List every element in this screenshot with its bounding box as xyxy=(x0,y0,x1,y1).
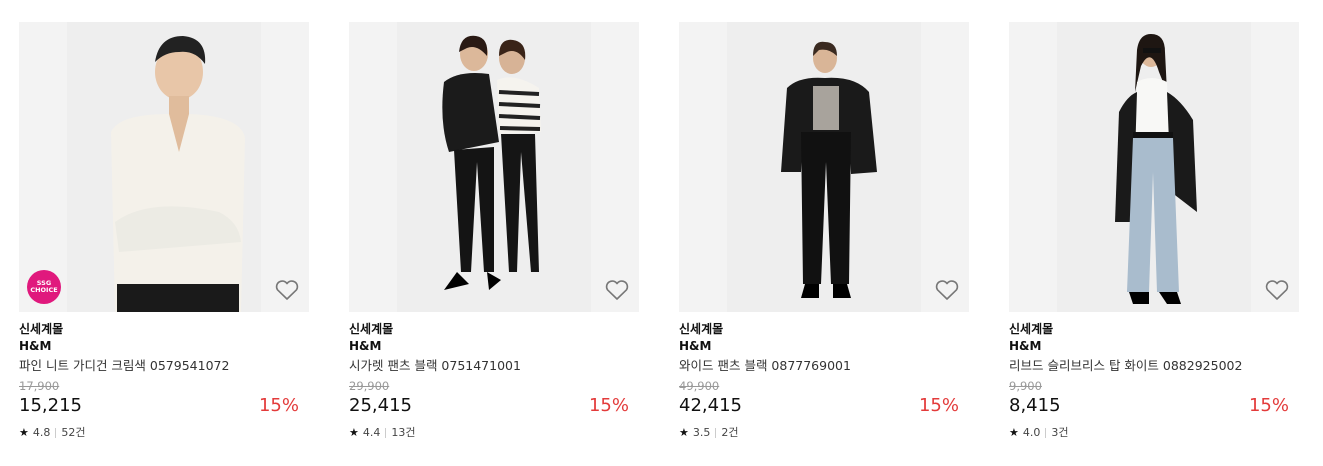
store-name: 신세계몰 xyxy=(1009,322,1054,336)
sale-price: 15,215 xyxy=(19,395,82,416)
product-name[interactable]: 파인 니트 가디건 크림색 0579541072 xyxy=(19,356,309,376)
sale-price: 42,415 xyxy=(679,395,742,416)
heart-outline-icon[interactable] xyxy=(273,276,301,304)
sale-price: 8,415 xyxy=(1009,395,1061,416)
review-count: 2건 xyxy=(721,426,739,439)
original-price: 9,900 xyxy=(1009,379,1042,393)
star-icon: ★ xyxy=(679,426,689,439)
ssg-choice-badge: SSG CHOICE xyxy=(27,270,61,304)
original-price: 17,900 xyxy=(19,379,60,393)
review-count: 3건 xyxy=(1051,426,1069,439)
heart-outline-icon[interactable] xyxy=(603,276,631,304)
store-name: 신세계몰 xyxy=(19,322,64,336)
divider xyxy=(1045,428,1047,438)
brand-name: H&M xyxy=(349,339,382,353)
review-count: 13건 xyxy=(391,426,416,439)
rating-row: ★ 4.0 3건 xyxy=(1009,425,1299,441)
rating-value: 4.0 xyxy=(1022,426,1041,439)
model-photo xyxy=(1115,34,1197,304)
brand-name: H&M xyxy=(19,339,52,353)
heart-outline-icon[interactable] xyxy=(933,276,961,304)
divider xyxy=(715,428,717,438)
product-info: 신세계몰 H&M 와이드 팬츠 블랙 0877769001 49,900 42,… xyxy=(679,312,969,441)
product-info: 신세계몰 H&M 파인 니트 가디건 크림색 0579541072 17,900… xyxy=(19,312,309,441)
product-card[interactable]: 신세계몰 H&M 시가렛 팬츠 블랙 0751471001 29,900 25,… xyxy=(349,22,639,441)
heart-outline-icon[interactable] xyxy=(1263,276,1291,304)
discount-rate: 15% xyxy=(258,395,299,416)
product-grid: SSG CHOICE 신세계몰 H&M 파인 니트 가디건 크림색 057954… xyxy=(0,0,1323,466)
product-name[interactable]: 와이드 팬츠 블랙 0877769001 xyxy=(679,356,969,376)
product-image[interactable] xyxy=(349,22,639,312)
star-icon: ★ xyxy=(1009,426,1019,439)
model-photo xyxy=(442,35,541,290)
star-icon: ★ xyxy=(19,426,29,439)
product-card[interactable]: SSG CHOICE 신세계몰 H&M 파인 니트 가디건 크림색 057954… xyxy=(19,22,309,441)
store-name: 신세계몰 xyxy=(679,322,724,336)
product-info: 신세계몰 H&M 리브드 슬리브리스 탑 화이트 0882925002 9,90… xyxy=(1009,312,1299,441)
rating-value: 3.5 xyxy=(692,426,711,439)
product-card[interactable]: 신세계몰 H&M 리브드 슬리브리스 탑 화이트 0882925002 9,90… xyxy=(1009,22,1299,441)
discount-rate: 15% xyxy=(918,395,959,416)
rating-value: 4.8 xyxy=(32,426,51,439)
product-name[interactable]: 시가렛 팬츠 블랙 0751471001 xyxy=(349,356,639,376)
product-image[interactable] xyxy=(679,22,969,312)
product-card[interactable]: 신세계몰 H&M 와이드 팬츠 블랙 0877769001 49,900 42,… xyxy=(679,22,969,441)
rating-row: ★ 3.5 2건 xyxy=(679,425,969,441)
discount-rate: 15% xyxy=(1248,395,1289,416)
product-image[interactable]: SSG CHOICE xyxy=(19,22,309,312)
rating-row: ★ 4.8 52건 xyxy=(19,425,309,441)
product-name[interactable]: 리브드 슬리브리스 탑 화이트 0882925002 xyxy=(1009,356,1299,376)
brand-name: H&M xyxy=(679,339,712,353)
product-info: 신세계몰 H&M 시가렛 팬츠 블랙 0751471001 29,900 25,… xyxy=(349,312,639,441)
star-icon: ★ xyxy=(349,426,359,439)
model-photo xyxy=(111,36,245,312)
discount-rate: 15% xyxy=(588,395,629,416)
original-price: 49,900 xyxy=(679,379,720,393)
sale-price: 25,415 xyxy=(349,395,412,416)
rating-value: 4.4 xyxy=(362,426,381,439)
review-count: 52건 xyxy=(61,426,86,439)
model-photo xyxy=(781,41,877,298)
product-image[interactable] xyxy=(1009,22,1299,312)
brand-name: H&M xyxy=(1009,339,1042,353)
divider xyxy=(385,428,387,438)
original-price: 29,900 xyxy=(349,379,390,393)
rating-row: ★ 4.4 13건 xyxy=(349,425,639,441)
store-name: 신세계몰 xyxy=(349,322,394,336)
divider xyxy=(55,428,57,438)
